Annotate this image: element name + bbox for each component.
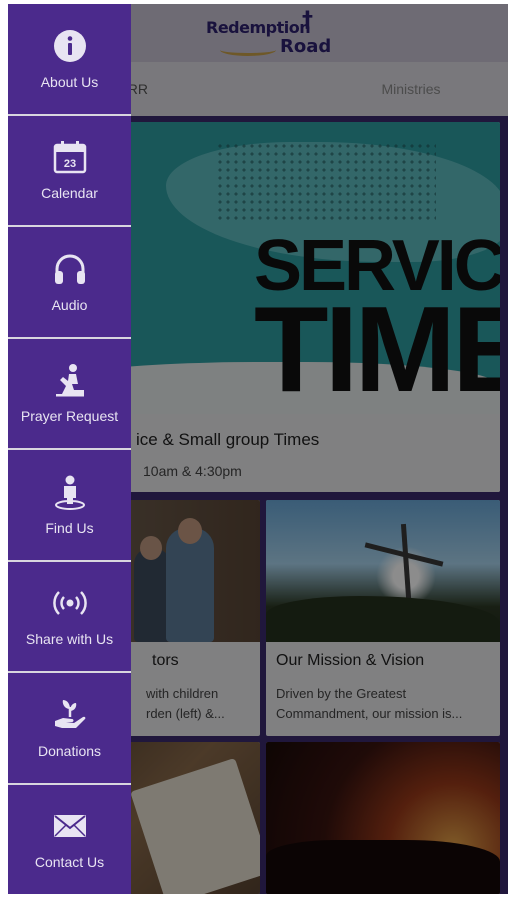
nav-item-share-with-us[interactable]: Share with Us <box>8 561 131 671</box>
nav-item-label: Find Us <box>45 519 94 536</box>
headphones-icon <box>52 251 88 287</box>
nav-item-label: Donations <box>37 742 102 759</box>
nav-item-calendar[interactable]: 23 Calendar <box>8 115 131 225</box>
hand-plant-icon <box>52 697 88 733</box>
calendar-day: 23 <box>63 158 75 170</box>
nav-item-label: Contact Us <box>34 854 105 871</box>
nav-item-donations[interactable]: Donations <box>8 673 131 783</box>
navigation-drawer: About Us 23 Calendar Audio Prayer Reques… <box>8 4 131 894</box>
nav-item-label: Audio <box>51 296 88 313</box>
nav-item-label: About Us <box>40 73 99 90</box>
nav-item-label: Share with Us <box>25 631 114 648</box>
nav-item-audio[interactable]: Audio <box>8 227 131 337</box>
info-icon <box>52 28 88 64</box>
praying-person-icon <box>52 362 88 398</box>
nav-item-find-us[interactable]: Find Us <box>8 450 131 560</box>
person-location-icon <box>52 474 88 510</box>
phone-screen: Redemption † Road t RR Ministries SERVIC… <box>8 4 508 894</box>
nav-item-label: Calendar <box>41 185 98 202</box>
calendar-icon: 23 <box>52 139 88 175</box>
nav-item-about-us[interactable]: About Us <box>8 4 131 114</box>
nav-item-label: Prayer Request <box>20 408 119 425</box>
broadcast-icon <box>52 585 88 621</box>
envelope-icon <box>52 808 88 844</box>
nav-item-prayer-request[interactable]: Prayer Request <box>8 338 131 448</box>
nav-item-contact-us[interactable]: Contact Us <box>8 784 131 894</box>
